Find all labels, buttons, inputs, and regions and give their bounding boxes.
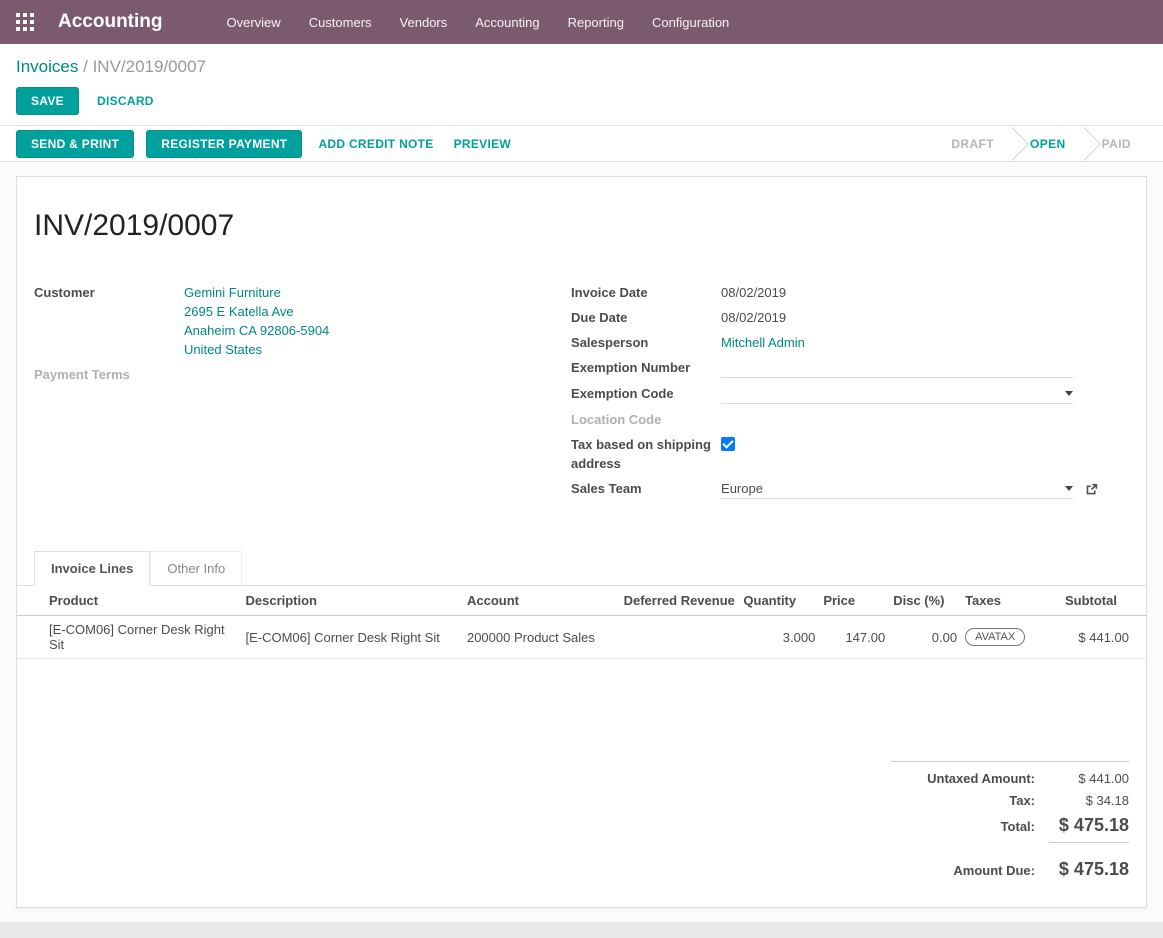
cell-quantity[interactable]: 3.000 — [739, 616, 819, 659]
discard-button[interactable]: DISCARD — [93, 88, 158, 114]
col-price[interactable]: Price — [819, 586, 889, 616]
cell-product[interactable]: [E-COM06] Corner Desk Right Sit — [17, 616, 241, 659]
exemption-code-select[interactable] — [721, 384, 1073, 404]
chevron-down-icon[interactable] — [1065, 486, 1073, 491]
totals-block: Untaxed Amount: $ 441.00 Tax: $ 34.18 To… — [891, 761, 1129, 887]
exemption-number-label: Exemption Number — [571, 358, 721, 378]
control-panel: Invoices / INV/2019/0007 SAVE DISCARD — [0, 44, 1163, 125]
menu-overview[interactable]: Overview — [227, 15, 281, 30]
apps-grid-icon[interactable] — [16, 13, 34, 31]
customer-label: Customer — [34, 283, 184, 359]
amount-due-label: Amount Due: — [891, 863, 1049, 878]
chevron-right-icon — [995, 127, 1029, 161]
col-deferred-revenue[interactable]: Deferred Revenue — [620, 586, 740, 616]
action-toolbar: SEND & PRINT REGISTER PAYMENT ADD CREDIT… — [0, 125, 1163, 162]
menu-configuration[interactable]: Configuration — [652, 15, 729, 30]
breadcrumb-separator: / — [83, 57, 92, 76]
app-title[interactable]: Accounting — [58, 11, 163, 33]
menu-vendors[interactable]: Vendors — [400, 15, 448, 30]
cell-taxes[interactable]: AVATAX — [961, 616, 1061, 659]
col-subtotal[interactable]: Subtotal — [1061, 586, 1146, 616]
due-date-label: Due Date — [571, 308, 721, 327]
tab-invoice-lines[interactable]: Invoice Lines — [34, 551, 150, 586]
cell-deferred-revenue[interactable] — [620, 616, 740, 659]
payment-terms-label: Payment Terms — [34, 365, 184, 384]
sales-team-label: Sales Team — [571, 479, 721, 499]
chevron-down-icon[interactable] — [1065, 391, 1073, 396]
register-payment-button[interactable]: REGISTER PAYMENT — [146, 130, 302, 158]
page-footer-strip — [0, 922, 1163, 938]
chevron-right-icon — [1067, 127, 1101, 161]
sales-team-value: Europe — [721, 479, 763, 498]
sales-team-select[interactable]: Europe — [721, 479, 1073, 499]
customer-name-link[interactable]: Gemini Furniture — [184, 285, 281, 300]
invoice-date-field[interactable]: 08/02/2019 — [721, 283, 1130, 302]
untaxed-amount-label: Untaxed Amount: — [891, 771, 1049, 786]
cell-disc[interactable]: 0.00 — [889, 616, 961, 659]
amount-due-value: $ 475.18 — [1049, 859, 1129, 880]
exemption-code-label: Exemption Code — [571, 384, 721, 404]
breadcrumb-current: INV/2019/0007 — [93, 57, 206, 76]
total-value: $ 475.18 — [1049, 815, 1129, 843]
preview-button[interactable]: PREVIEW — [450, 131, 515, 157]
customer-country-link[interactable]: United States — [184, 342, 262, 357]
customer-address-block: Gemini Furniture 2695 E Katella Ave Anah… — [184, 283, 571, 359]
invoice-date-label: Invoice Date — [571, 283, 721, 302]
menu-accounting[interactable]: Accounting — [475, 15, 539, 30]
tab-other-info[interactable]: Other Info — [150, 551, 242, 586]
col-description[interactable]: Description — [241, 586, 462, 616]
tax-label: Tax: — [891, 793, 1049, 808]
invoice-number-title: INV/2019/0007 — [17, 203, 1146, 243]
customer-street-link[interactable]: 2695 E Katella Ave — [184, 304, 294, 319]
cell-description[interactable]: [E-COM06] Corner Desk Right Sit — [241, 616, 462, 659]
cell-subtotal[interactable]: $ 441.00 — [1061, 616, 1146, 659]
menu-reporting[interactable]: Reporting — [568, 15, 624, 30]
location-code-field — [721, 410, 1130, 429]
location-code-label: Location Code — [571, 410, 721, 429]
add-credit-note-button[interactable]: ADD CREDIT NOTE — [314, 131, 437, 157]
cell-price[interactable]: 147.00 — [819, 616, 889, 659]
invoice-form-sheet: INV/2019/0007 Customer Gemini Furniture … — [16, 176, 1147, 908]
statusbar: DRAFT OPEN PAID — [935, 126, 1147, 162]
main-menu: Overview Customers Vendors Accounting Re… — [227, 15, 730, 30]
tax-shipping-label: Tax based on shipping address — [571, 435, 721, 473]
col-account[interactable]: Account — [463, 586, 620, 616]
cell-account[interactable]: 200000 Product Sales — [463, 616, 620, 659]
customer-city-link[interactable]: Anaheim CA 92806-5904 — [184, 323, 329, 338]
top-navbar: Accounting Overview Customers Vendors Ac… — [0, 0, 1163, 44]
table-row[interactable]: [E-COM06] Corner Desk Right Sit [E-COM06… — [17, 616, 1146, 659]
notebook-tabs: Invoice Lines Other Info — [17, 551, 1146, 586]
menu-customers[interactable]: Customers — [309, 15, 372, 30]
salesperson-link[interactable]: Mitchell Admin — [721, 335, 805, 350]
col-taxes[interactable]: Taxes — [961, 586, 1061, 616]
invoice-lines-table: Product Description Account Deferred Rev… — [17, 586, 1146, 659]
col-product[interactable]: Product — [17, 586, 241, 616]
content-area: INV/2019/0007 Customer Gemini Furniture … — [0, 162, 1163, 908]
col-quantity[interactable]: Quantity — [739, 586, 819, 616]
tax-shipping-checkbox[interactable] — [721, 437, 735, 451]
breadcrumb: Invoices / INV/2019/0007 — [16, 57, 1147, 77]
tax-value: $ 34.18 — [1049, 793, 1129, 808]
total-label: Total: — [891, 819, 1049, 834]
save-button[interactable]: SAVE — [16, 87, 79, 115]
table-header-row: Product Description Account Deferred Rev… — [17, 586, 1146, 616]
salesperson-label: Salesperson — [571, 333, 721, 352]
untaxed-amount-value: $ 441.00 — [1049, 771, 1129, 786]
breadcrumb-invoices-link[interactable]: Invoices — [16, 57, 78, 76]
tax-badge[interactable]: AVATAX — [965, 628, 1025, 646]
external-link-icon[interactable] — [1085, 483, 1098, 496]
send-print-button[interactable]: SEND & PRINT — [16, 130, 134, 158]
due-date-field[interactable]: 08/02/2019 — [721, 308, 1130, 327]
col-disc[interactable]: Disc (%) — [889, 586, 961, 616]
exemption-number-input[interactable] — [721, 358, 1073, 378]
payment-terms-field[interactable] — [184, 365, 571, 384]
